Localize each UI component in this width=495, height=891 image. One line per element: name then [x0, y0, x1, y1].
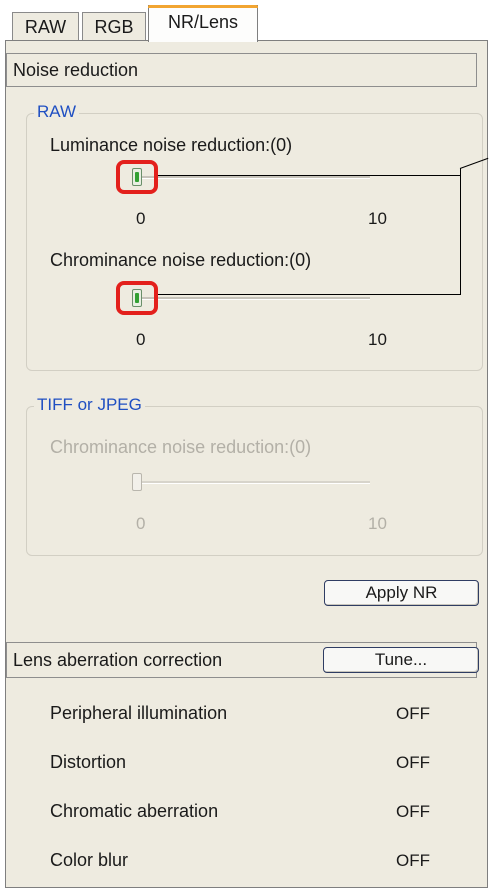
luminance-min-label: 0 [136, 209, 146, 228]
callout-line-bottom [158, 294, 461, 295]
tab-rgb[interactable]: RGB [82, 12, 146, 41]
tab-raw[interactable]: RAW [12, 12, 79, 41]
color-blur-label: Color blur [50, 850, 129, 870]
chrominance-label: Chrominance noise reduction:(0) [50, 250, 312, 270]
luminance-callout-highlight [116, 160, 158, 194]
chrominance-slider-track[interactable] [135, 297, 370, 300]
tiff-chrominance-min-label: 0 [136, 514, 146, 533]
chrominance-min-label: 0 [136, 330, 146, 349]
chromatic-aberration-label: Chromatic aberration [50, 801, 219, 821]
tiff-chrominance-max-label: 10 [368, 514, 387, 533]
tiff-chrominance-label: Chrominance noise reduction:(0) [50, 437, 312, 457]
tiff-chrominance-slider-thumb [132, 473, 142, 491]
luminance-label: Luminance noise reduction:(0) [50, 135, 293, 155]
color-blur-value: OFF [396, 851, 430, 870]
chrominance-callout-highlight [116, 281, 158, 315]
luminance-slider-track[interactable] [135, 176, 370, 179]
raw-group-title: RAW [34, 102, 80, 122]
peripheral-illumination-label: Peripheral illumination [50, 703, 228, 723]
tiff-chrominance-slider-track [135, 481, 370, 484]
luminance-max-label: 10 [368, 209, 387, 228]
peripheral-illumination-value: OFF [396, 704, 430, 723]
callout-line-top [158, 175, 461, 176]
distortion-label: Distortion [50, 752, 127, 772]
chromatic-aberration-value: OFF [396, 802, 430, 821]
distortion-value: OFF [396, 753, 430, 772]
tab-nr-lens[interactable]: NR/Lens [148, 5, 258, 42]
tiff-group-title: TIFF or JPEG [34, 395, 145, 415]
tune-button[interactable]: Tune... [323, 647, 479, 673]
chrominance-max-label: 10 [368, 330, 387, 349]
noise-reduction-header: Noise reduction [6, 53, 477, 87]
callout-line-vertical [460, 168, 461, 295]
apply-nr-button[interactable]: Apply NR [324, 580, 479, 606]
